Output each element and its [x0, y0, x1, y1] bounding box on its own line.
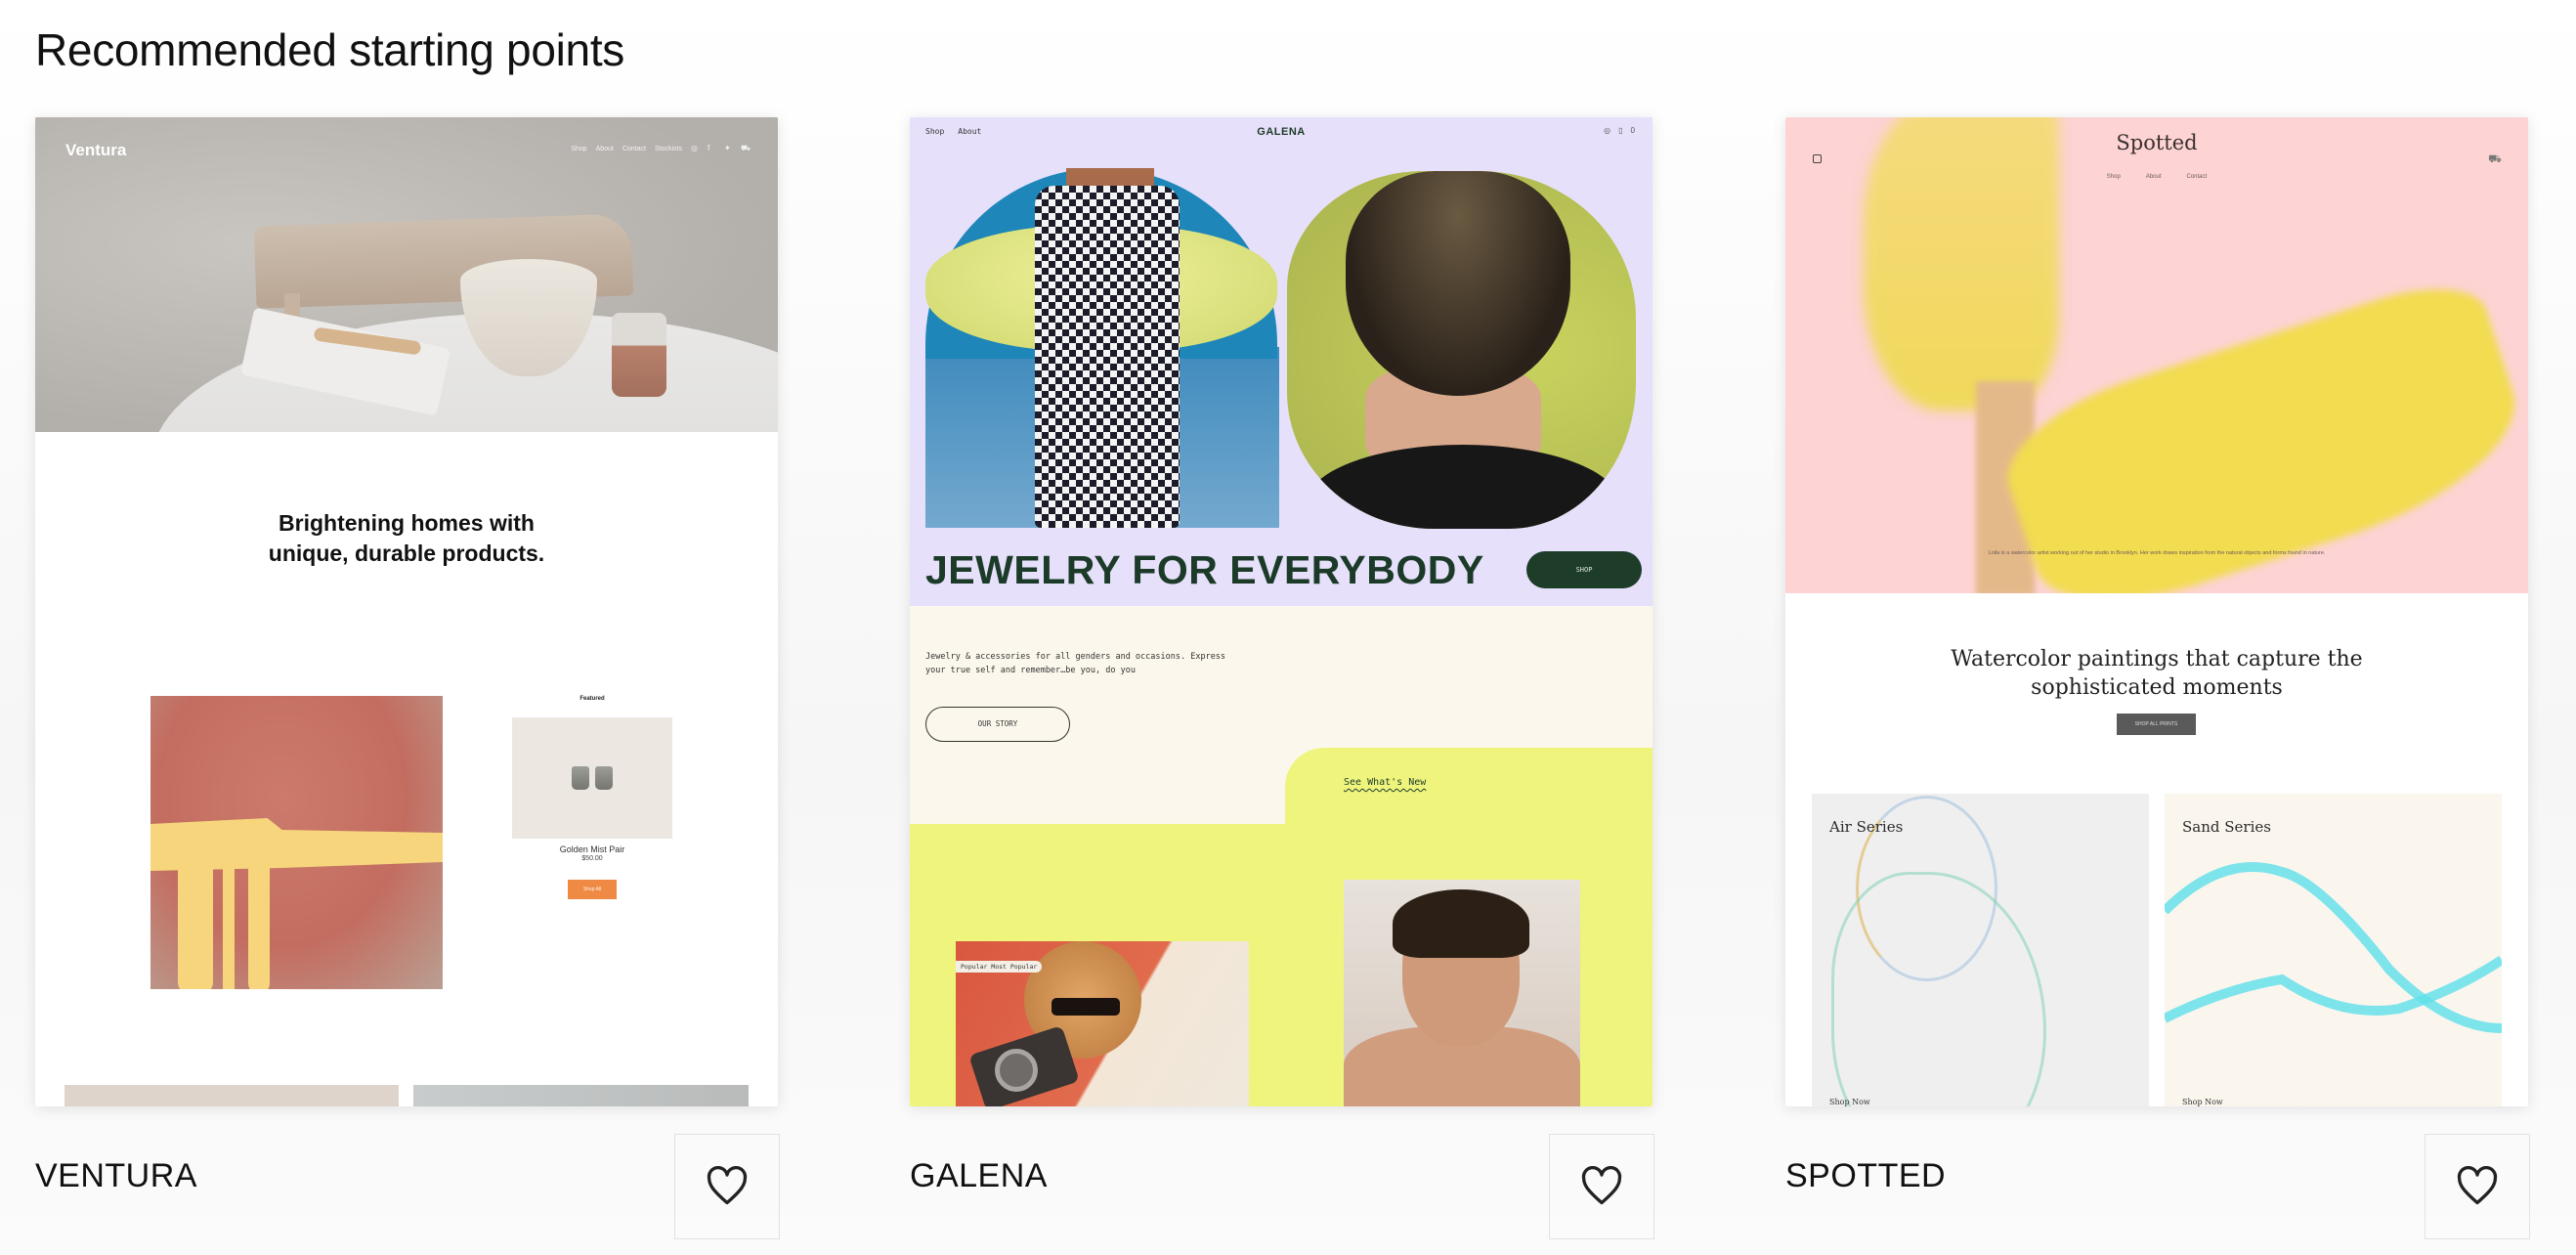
favorite-button[interactable] — [2425, 1134, 2530, 1239]
template-name[interactable]: VENTURA — [35, 1157, 197, 1195]
art-image — [150, 696, 443, 989]
product-name: Golden Mist Pair — [559, 844, 625, 854]
cart-icon: ⛟ — [741, 144, 751, 152]
site-headline: Watercolor paintings that capture the so… — [1951, 647, 2363, 700]
hero-section: Shop About GALENA ◎ ▯ 0 JEWELRY FOR EVER… — [910, 117, 1653, 606]
nav-item: Stockists — [654, 145, 682, 152]
facebook-icon: f — [708, 144, 710, 152]
sand-wave-art — [2165, 862, 2502, 1033]
template-card-ventura: Ventura Shop About Contact Stockists ◎ f… — [35, 117, 780, 1253]
nav-item: About — [595, 145, 614, 152]
page-title: Recommended starting points — [35, 24, 624, 75]
template-name[interactable]: GALENA — [910, 1157, 1048, 1195]
product-image — [512, 717, 672, 839]
instagram-icon: ◎ — [691, 144, 698, 152]
camera-photo: Popular Most Popular — [956, 941, 1249, 1106]
template-preview-spotted[interactable]: Spotted Shop About Contact ⛟ Lolla is a … — [1785, 117, 2528, 1106]
model-photo-blob — [1287, 171, 1636, 529]
see-whats-new-link: See What's New — [1344, 777, 1427, 788]
heart-outline-icon — [707, 1166, 748, 1205]
shop-now-link: Shop Now — [1829, 1098, 1870, 1106]
site-description: Jewelry & accessories for all genders an… — [925, 652, 1226, 675]
template-card-spotted: Spotted Shop About Contact ⛟ Lolla is a … — [1785, 117, 2530, 1253]
site-headline: Brightening homes with unique, durable p… — [268, 510, 545, 566]
template-card-galena: Shop About GALENA ◎ ▯ 0 JEWELRY FOR EVER… — [910, 117, 1654, 1253]
popular-tag: Popular Most Popular — [956, 961, 1043, 973]
template-preview-galena[interactable]: Shop About GALENA ◎ ▯ 0 JEWELRY FOR EVER… — [910, 117, 1653, 1106]
instagram-icon: ◎ — [1604, 126, 1611, 135]
nav-item: Shop — [571, 145, 587, 152]
twitter-icon: ✦ — [724, 144, 731, 152]
nav-item: Contact — [2186, 174, 2208, 180]
thumbnail-image — [413, 1085, 749, 1106]
cart-icon: ⛟ — [2488, 153, 2502, 165]
cup-shape — [612, 313, 666, 397]
shop-all-prints-button: SHOP ALL PRINTS — [2117, 714, 2196, 735]
cart-icon: ▯ — [1618, 126, 1623, 135]
artist-bio: Lolla is a watercolor artist working out… — [1988, 550, 2326, 556]
nav-item: Contact — [622, 145, 646, 152]
card-footer: SPOTTED — [1785, 1106, 2530, 1253]
series-tile: Sand Series Shop Now — [2165, 794, 2502, 1106]
heart-outline-icon — [1581, 1166, 1622, 1205]
site-headline: JEWELRY FOR EVERYBODY — [925, 547, 1484, 592]
portrait-photo — [1344, 880, 1580, 1106]
site-nav: Shop About Contact — [1785, 174, 2528, 180]
site-logo: Ventura — [65, 141, 127, 159]
site-logo: GALENA — [1257, 126, 1306, 138]
series-title: Air Series — [1829, 818, 1904, 836]
favorite-button[interactable] — [1549, 1134, 1654, 1239]
nav-item: About — [2145, 174, 2162, 180]
product-price: $50.00 — [581, 855, 603, 862]
card-footer: GALENA — [910, 1106, 1654, 1253]
site-nav: Shop About Contact Stockists ◎ f ✦ ⛟ — [571, 144, 751, 152]
instagram-icon — [1813, 154, 1822, 163]
template-preview-ventura[interactable]: Ventura Shop About Contact Stockists ◎ f… — [35, 117, 778, 1106]
featured-product: Featured Golden Mist Pair $50.00 Shop Al… — [501, 696, 683, 899]
nav-item: Shop — [2106, 174, 2121, 180]
heart-outline-icon — [2457, 1166, 2498, 1205]
template-name[interactable]: SPOTTED — [1785, 1157, 1946, 1195]
hero-section: Spotted Shop About Contact ⛟ Lolla is a … — [1785, 117, 2528, 593]
card-footer: VENTURA — [35, 1106, 780, 1253]
shop-now-link: Shop Now — [2182, 1098, 2223, 1106]
series-tile: Air Series Shop Now — [1812, 794, 2149, 1106]
favorite-button[interactable] — [674, 1134, 780, 1239]
shop-button: SHOP — [1526, 551, 1642, 588]
series-title: Sand Series — [2182, 818, 2271, 836]
shop-all-button: Shop All — [568, 880, 617, 899]
site-logo: Spotted — [2116, 131, 2198, 154]
our-story-button: OUR STORY — [925, 707, 1070, 742]
checkered-outfit — [1035, 186, 1180, 528]
cart-count: 0 — [1630, 126, 1635, 135]
hero-image: Ventura Shop About Contact Stockists ◎ f… — [35, 117, 778, 432]
thumbnail-image — [64, 1085, 399, 1106]
